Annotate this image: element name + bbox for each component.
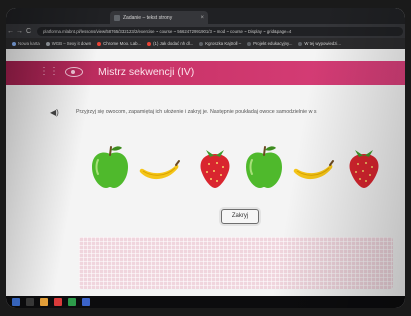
start-icon[interactable] bbox=[12, 298, 20, 306]
speaker-icon[interactable]: ◀) bbox=[50, 108, 59, 117]
back-icon[interactable]: ← bbox=[6, 28, 15, 35]
folder-icon[interactable] bbox=[40, 298, 48, 306]
fruit-sequence bbox=[6, 144, 405, 196]
strawberry-icon bbox=[349, 150, 379, 188]
bookmark-icon bbox=[199, 41, 204, 46]
bookmark-item[interactable]: W tej wypowiedzi... bbox=[298, 41, 341, 46]
bookmark-item[interactable]: Projekt edukacyjny... bbox=[247, 41, 292, 46]
forward-icon[interactable]: → bbox=[15, 28, 24, 35]
app-icon[interactable] bbox=[82, 298, 90, 306]
eye-logo-icon bbox=[65, 67, 83, 77]
tab-title: Zadanie – tekst strony bbox=[123, 14, 173, 21]
bookmarks-bar: Nowa karta WGB – Sexy it down Chrome Moo… bbox=[6, 38, 405, 49]
instruction-row: ◀) Przyjrzyj się owocom, zapamiętaj ich … bbox=[6, 107, 405, 119]
browser-tab-strip: Zadanie – tekst strony × bbox=[6, 8, 405, 24]
bookmark-icon bbox=[247, 41, 252, 46]
chrome-icon[interactable] bbox=[68, 298, 76, 306]
menu-icon[interactable]: ⋮⋮ bbox=[39, 66, 59, 77]
bookmark-item[interactable]: Chrome Moo. Lab... bbox=[97, 41, 141, 46]
os-taskbar bbox=[6, 296, 405, 308]
banana-icon bbox=[293, 160, 334, 180]
apple-icon bbox=[92, 146, 128, 188]
bookmark-icon bbox=[97, 41, 102, 46]
bookmark-icon bbox=[147, 41, 152, 46]
bookmark-item[interactable]: Nowa karta bbox=[12, 41, 40, 46]
cover-button[interactable]: Zakryj bbox=[221, 209, 259, 224]
answer-drop-area[interactable] bbox=[79, 237, 393, 289]
page-title: Mistrz sekwencji (IV) bbox=[98, 66, 195, 78]
browser-tab[interactable]: Zadanie – tekst strony × bbox=[110, 11, 208, 24]
tab-close-icon[interactable]: × bbox=[200, 15, 204, 21]
bookmark-icon bbox=[12, 41, 16, 46]
strawberry-icon bbox=[200, 150, 230, 188]
app-icon[interactable] bbox=[54, 298, 62, 306]
site-header: ⋮⋮ Mistrz sekwencji (IV) bbox=[6, 61, 405, 85]
bookmark-item[interactable]: WGB – Sexy it down bbox=[45, 41, 91, 46]
search-icon[interactable] bbox=[26, 298, 34, 306]
bookmark-item[interactable]: (1) Jak dodać nh dl... bbox=[147, 41, 193, 46]
banana-icon bbox=[139, 160, 180, 180]
apple-icon bbox=[246, 146, 282, 188]
bookmark-item[interactable]: Kgroszka Kajtroll – bbox=[199, 41, 241, 46]
url-input[interactable]: platforma.mlabnt.pl/lessons/view/58765/3… bbox=[37, 26, 403, 36]
instruction-text: Przyjrzyj się owocom, zapamiętaj ich uło… bbox=[76, 109, 317, 115]
web-page: ⋮⋮ Mistrz sekwencji (IV) ◀) Przyjrzyj si… bbox=[6, 49, 405, 296]
monitor-screen: Zadanie – tekst strony × ← → C platforma… bbox=[6, 8, 405, 308]
bookmark-icon bbox=[298, 41, 303, 46]
address-bar: ← → C platforma.mlabnt.pl/lessons/view/5… bbox=[6, 24, 405, 38]
reload-icon[interactable]: C bbox=[24, 28, 33, 35]
tab-favicon-icon bbox=[114, 14, 120, 21]
bookmark-icon bbox=[45, 41, 50, 46]
